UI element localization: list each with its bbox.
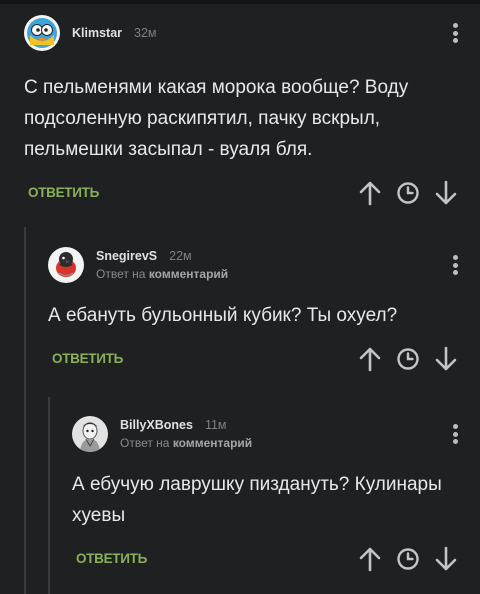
comment-text: А ебануть бульонный кубик? Ты охуел?	[48, 305, 398, 326]
clock-icon[interactable]	[394, 179, 422, 207]
clock-icon[interactable]	[394, 345, 422, 373]
comment-time: 32м	[134, 26, 157, 40]
comment-actions: ОТВЕТИТЬ	[24, 176, 464, 210]
thread-line	[24, 227, 26, 594]
username[interactable]: Klimstar	[72, 26, 122, 40]
reply-button[interactable]: ОТВЕТИТЬ	[28, 185, 99, 200]
reply-button[interactable]: ОТВЕТИТЬ	[76, 551, 147, 566]
comment-actions: ОТВЕТИТЬ	[48, 342, 464, 376]
comment-header: Klimstar 32м	[24, 14, 464, 52]
comment: Klimstar 32м С пельменями какая морока в…	[24, 14, 464, 210]
username[interactable]: BillyXBones	[120, 418, 193, 432]
comment-actions: ОТВЕТИТЬ	[72, 542, 464, 576]
arrow-up-icon[interactable]	[356, 345, 384, 373]
comment: SnegirevS 22м Ответ на комментарий А еба…	[48, 246, 464, 376]
thread-line	[48, 397, 50, 594]
arrow-down-icon[interactable]	[432, 179, 460, 207]
avatar[interactable]	[48, 247, 84, 283]
clock-icon[interactable]	[394, 545, 422, 573]
reply-button[interactable]: ОТВЕТИТЬ	[52, 351, 123, 366]
parent-comment-link[interactable]: комментарий	[149, 267, 228, 281]
avatar[interactable]	[72, 416, 108, 452]
reply-to-label: Ответ на комментарий	[96, 267, 229, 281]
kebab-menu-icon[interactable]	[446, 253, 464, 277]
comment-header: SnegirevS 22м Ответ на комментарий	[48, 246, 464, 284]
avatar[interactable]	[24, 15, 60, 51]
arrow-up-icon[interactable]	[356, 545, 384, 573]
comment-time: 22м	[169, 249, 192, 263]
comment-time: 11м	[204, 418, 227, 432]
arrow-down-icon[interactable]	[432, 345, 460, 373]
comment-text: А ебучую лаврушку пиздануть? Кулинары ху…	[72, 474, 442, 526]
comment-text: С пельменями какая морока вообще? Воду п…	[24, 77, 409, 160]
comment-header: BillyXBones 11м Ответ на комментарий	[72, 415, 464, 453]
arrow-down-icon[interactable]	[432, 545, 460, 573]
kebab-menu-icon[interactable]	[446, 422, 464, 446]
comment: BillyXBones 11м Ответ на комментарий А е…	[72, 415, 464, 576]
parent-comment-link[interactable]: комментарий	[173, 436, 252, 450]
status-bar	[0, 0, 480, 4]
kebab-menu-icon[interactable]	[446, 21, 464, 45]
arrow-up-icon[interactable]	[356, 179, 384, 207]
username[interactable]: SnegirevS	[96, 249, 157, 263]
reply-to-label: Ответ на комментарий	[120, 436, 253, 450]
